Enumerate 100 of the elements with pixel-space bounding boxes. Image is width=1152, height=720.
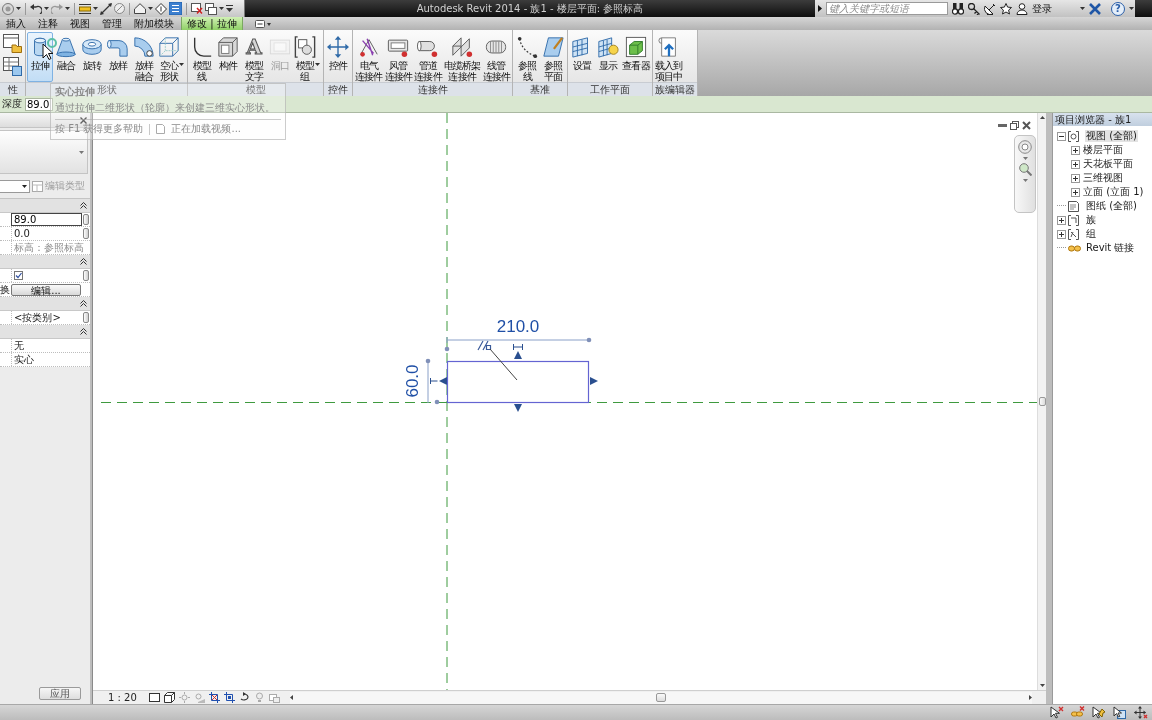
move-cross-icon[interactable] [1134,706,1148,719]
bracket-icon[interactable] [513,343,523,351]
bracket-icon[interactable] [430,377,438,385]
tree-item[interactable]: 族 [1085,214,1097,226]
tree-item[interactable]: 图纸 (全部) [1085,200,1138,212]
depth-field[interactable]: 89.0 [25,97,53,111]
tree-item[interactable]: 立面 (立面 1) [1082,186,1145,198]
ribbon-button[interactable]: 设置 [569,32,596,82]
ribbon-button[interactable]: 旋转 [79,32,105,82]
parameter-button[interactable] [83,214,89,225]
sketch-rectangle[interactable] [446,360,590,404]
loop-arrow-icon[interactable] [238,692,250,703]
ribbon-button[interactable]: 参照 平面 [540,32,567,82]
key-icon[interactable] [968,2,980,15]
ribbon-button[interactable]: 查看器 [621,32,651,82]
scale-selector[interactable]: 1 : 20 [108,692,137,703]
plus-box-icon[interactable] [1071,159,1080,169]
ribbon-button[interactable]: 风管 连接件 [383,32,414,82]
shape-handle-icon[interactable] [439,377,447,385]
caret-icon[interactable] [16,7,21,10]
close-icon[interactable] [1022,121,1031,130]
property-value[interactable]: 无 [11,339,82,352]
scroll-thumb[interactable] [655,693,666,702]
shape-handle-icon[interactable] [514,404,522,412]
property-value[interactable]: 实心 [11,353,82,366]
minus-box-icon[interactable] [1057,131,1066,141]
ribbon-toggle-icon[interactable] [254,19,271,28]
property-input[interactable]: 89.0 [11,213,82,226]
ribbon-tab[interactable]: 修改 | 拉伸 [181,17,243,30]
property-value[interactable]: 0.0 [11,227,82,240]
crop-frame-icon[interactable] [223,692,235,703]
ribbon-tab[interactable]: 附加模块 [129,17,179,30]
person-icon[interactable] [1016,2,1028,15]
plus-box-icon[interactable] [1057,229,1066,239]
parameter-button[interactable] [83,312,89,323]
plus-box-icon[interactable] [1057,215,1066,225]
ribbon-button[interactable]: 融合 [53,32,79,82]
horizontal-scrollbar[interactable] [289,691,1032,704]
windows-icon[interactable] [205,2,217,15]
caret-icon[interactable] [65,7,70,10]
ribbon-button[interactable]: 模型 线 [189,32,215,82]
parallel-marker-icon[interactable] [477,340,492,351]
zoom-icon[interactable] [1018,163,1032,176]
tree-item[interactable]: 楼层平面 [1082,144,1124,156]
plus-box-icon[interactable] [1071,187,1080,197]
tree-item[interactable]: 视图 (全部) [1085,130,1138,142]
caret-icon[interactable] [315,63,320,66]
ribbon-button[interactable]: 管道 连接件 [413,32,443,82]
dimension-value[interactable]: 210.0 [496,317,540,336]
chain-cross-icon[interactable] [1071,706,1085,719]
tree-item[interactable]: Revit 链接 [1085,242,1136,254]
customize-icon[interactable] [226,5,233,12]
search-field[interactable]: 键入关键字或短语 [826,2,948,15]
ribbon-button[interactable]: A 模型 文字 [241,32,267,82]
pointer-pin-icon[interactable] [1092,706,1106,719]
cube-icon[interactable] [163,692,175,703]
ribbon-button[interactable]: 线管 连接件 [481,32,512,82]
pointer-cross-icon[interactable] [1050,706,1064,719]
diagonal-arrow-icon[interactable] [100,2,112,15]
caret-icon[interactable] [219,7,224,10]
caret-icon[interactable] [93,7,98,10]
dimension-line[interactable] [444,336,592,352]
diamond-icon[interactable] [155,2,167,15]
collapse-chevron-icon[interactable] [80,202,87,209]
caret-icon[interactable] [1129,7,1134,10]
window-folder-icon[interactable] [3,34,22,53]
ribbon-tab[interactable]: 视图 [65,17,95,30]
tree-item[interactable]: 天花板平面 [1082,158,1134,170]
scroll-left-icon[interactable] [289,695,293,700]
collapse-chevron-icon[interactable] [80,300,87,307]
ribbon-button[interactable]: 拉伸 [27,32,53,82]
bar-icon[interactable] [79,3,91,14]
shape-handle-icon[interactable] [590,377,598,385]
satellite-dish-icon[interactable] [984,2,996,15]
ribbon-button[interactable]: 构件 [215,32,241,82]
tree-item[interactable]: 三维视图 [1082,172,1124,184]
ribbon-button[interactable]: 放样 融合 [131,32,157,82]
window-cross-icon[interactable] [191,3,203,14]
undo-icon[interactable] [30,3,42,14]
dimension-value[interactable]: 60.0 [403,364,422,398]
pointer-box-icon[interactable] [1113,706,1127,719]
plus-box-icon[interactable] [1071,145,1080,155]
vertical-scrollbar[interactable] [1037,113,1046,690]
help-button[interactable]: ? [1111,1,1125,16]
collapse-chevron-icon[interactable] [80,258,87,265]
x-logo-icon[interactable] [1089,2,1101,15]
shape-handle-icon[interactable] [514,351,522,359]
ribbon-button[interactable]: 电气 连接件 [354,32,384,82]
caret-icon[interactable] [148,7,153,10]
ribbon-tab[interactable]: 插入 [1,17,31,30]
close-icon[interactable] [80,116,87,124]
rectangle-icon[interactable] [148,692,160,703]
type-dropdown[interactable] [0,179,30,193]
caret-icon[interactable] [1080,7,1085,10]
binoculars-icon[interactable] [952,2,964,15]
ribbon-button[interactable]: 参照 线 [514,32,541,82]
ribbon-button[interactable]: 模型 组 [293,32,322,82]
plus-box-icon[interactable] [1071,173,1080,183]
concentric-circles-icon[interactable] [1018,140,1032,154]
restore-icon[interactable] [1010,121,1019,130]
